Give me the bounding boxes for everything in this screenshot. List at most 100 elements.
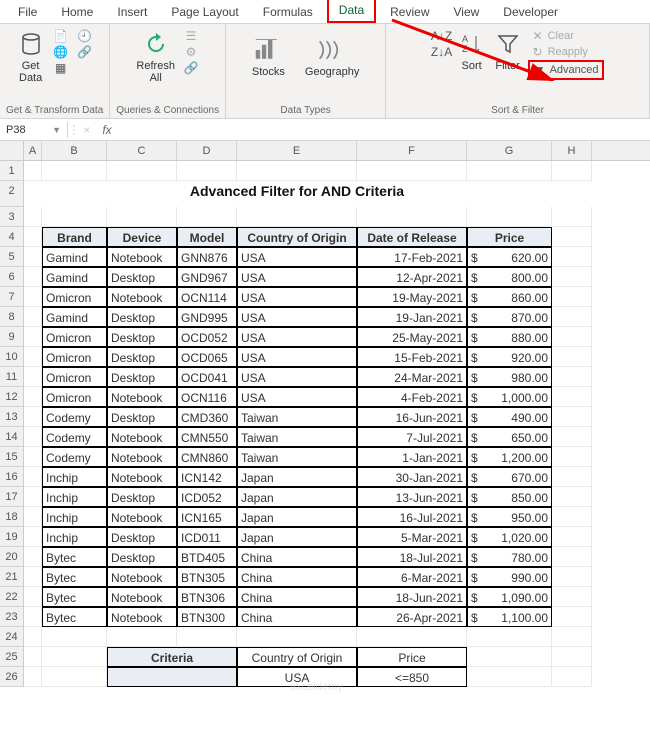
- cell[interactable]: [552, 607, 592, 627]
- row-header[interactable]: 15: [0, 447, 24, 467]
- cell[interactable]: [107, 207, 177, 227]
- cell[interactable]: [552, 507, 592, 527]
- row-header[interactable]: 3: [0, 207, 24, 227]
- sort-az-button[interactable]: A↓Z: [432, 28, 452, 44]
- header-brand[interactable]: Brand: [42, 227, 107, 247]
- data-model[interactable]: BTD405: [177, 547, 237, 567]
- data-country[interactable]: Japan: [237, 467, 357, 487]
- cell[interactable]: [552, 407, 592, 427]
- cell[interactable]: [107, 627, 177, 647]
- data-price[interactable]: $870.00: [467, 307, 552, 327]
- cell[interactable]: [24, 447, 42, 467]
- data-model[interactable]: OCN116: [177, 387, 237, 407]
- data-price[interactable]: $990.00: [467, 567, 552, 587]
- row-header[interactable]: 22: [0, 587, 24, 607]
- data-country[interactable]: China: [237, 607, 357, 627]
- criteria-price-header[interactable]: Price: [357, 647, 467, 667]
- col-header-a[interactable]: A: [24, 141, 42, 160]
- row-header[interactable]: 20: [0, 547, 24, 567]
- tab-developer[interactable]: Developer: [493, 1, 568, 23]
- tab-home[interactable]: Home: [51, 1, 103, 23]
- data-date[interactable]: 24-Mar-2021: [357, 367, 467, 387]
- data-date[interactable]: 18-Jun-2021: [357, 587, 467, 607]
- tab-insert[interactable]: Insert: [107, 1, 157, 23]
- fx-icon[interactable]: fx: [96, 123, 117, 137]
- data-brand[interactable]: Bytec: [42, 547, 107, 567]
- col-header-b[interactable]: B: [42, 141, 107, 160]
- header-price[interactable]: Price: [467, 227, 552, 247]
- filter-button[interactable]: Filter: [492, 28, 524, 74]
- cell[interactable]: [552, 247, 592, 267]
- cell[interactable]: [552, 367, 592, 387]
- data-price[interactable]: $670.00: [467, 467, 552, 487]
- data-date[interactable]: 12-Apr-2021: [357, 267, 467, 287]
- row-header[interactable]: 14: [0, 427, 24, 447]
- row-header[interactable]: 12: [0, 387, 24, 407]
- cell[interactable]: [552, 387, 592, 407]
- refresh-all-button[interactable]: Refresh All: [134, 28, 177, 86]
- select-all-corner[interactable]: [0, 141, 24, 160]
- row-header[interactable]: 6: [0, 267, 24, 287]
- cell[interactable]: [42, 161, 107, 181]
- criteria-label[interactable]: Criteria: [107, 647, 237, 667]
- cell[interactable]: [357, 627, 467, 647]
- data-model[interactable]: OCD052: [177, 327, 237, 347]
- col-header-f[interactable]: F: [357, 141, 467, 160]
- cell[interactable]: [552, 347, 592, 367]
- cell[interactable]: [24, 227, 42, 247]
- data-date[interactable]: 17-Feb-2021: [357, 247, 467, 267]
- cell[interactable]: [177, 161, 237, 181]
- cell[interactable]: [552, 627, 592, 647]
- data-price[interactable]: $490.00: [467, 407, 552, 427]
- cell[interactable]: [24, 647, 42, 667]
- criteria-label-cont[interactable]: [107, 667, 237, 687]
- row-header[interactable]: 1: [0, 161, 24, 181]
- data-price[interactable]: $1,090.00: [467, 587, 552, 607]
- data-brand[interactable]: Bytec: [42, 587, 107, 607]
- cell[interactable]: [552, 487, 592, 507]
- data-device[interactable]: Desktop: [107, 347, 177, 367]
- row-header[interactable]: 9: [0, 327, 24, 347]
- advanced-filter-button[interactable]: ▼Advanced: [528, 60, 604, 80]
- data-country[interactable]: USA: [237, 367, 357, 387]
- data-price[interactable]: $780.00: [467, 547, 552, 567]
- row-header[interactable]: 13: [0, 407, 24, 427]
- cell[interactable]: [24, 407, 42, 427]
- row-header[interactable]: 24: [0, 627, 24, 647]
- data-brand[interactable]: Omicron: [42, 347, 107, 367]
- cell[interactable]: [24, 427, 42, 447]
- cell[interactable]: [237, 207, 357, 227]
- from-web-button[interactable]: 🌐: [51, 44, 71, 60]
- cell[interactable]: [552, 327, 592, 347]
- data-date[interactable]: 16-Jun-2021: [357, 407, 467, 427]
- data-device[interactable]: Desktop: [107, 267, 177, 287]
- cell[interactable]: [24, 247, 42, 267]
- data-device[interactable]: Desktop: [107, 307, 177, 327]
- sort-button[interactable]: AZ Sort: [456, 28, 488, 74]
- name-box[interactable]: P38▼: [0, 122, 68, 138]
- data-device[interactable]: Desktop: [107, 367, 177, 387]
- data-price[interactable]: $880.00: [467, 327, 552, 347]
- data-brand[interactable]: Omicron: [42, 367, 107, 387]
- cell[interactable]: [24, 547, 42, 567]
- cell[interactable]: [552, 427, 592, 447]
- data-device[interactable]: Desktop: [107, 487, 177, 507]
- formula-input[interactable]: [118, 128, 650, 132]
- data-price[interactable]: $950.00: [467, 507, 552, 527]
- row-header[interactable]: 10: [0, 347, 24, 367]
- existing-conn-button[interactable]: 🔗: [75, 44, 95, 60]
- cell[interactable]: [24, 527, 42, 547]
- tab-view[interactable]: View: [444, 1, 490, 23]
- data-date[interactable]: 25-May-2021: [357, 327, 467, 347]
- data-device[interactable]: Desktop: [107, 407, 177, 427]
- data-country[interactable]: Japan: [237, 527, 357, 547]
- data-date[interactable]: 26-Apr-2021: [357, 607, 467, 627]
- data-price[interactable]: $850.00: [467, 487, 552, 507]
- header-model[interactable]: Model: [177, 227, 237, 247]
- data-country[interactable]: Japan: [237, 487, 357, 507]
- data-country[interactable]: USA: [237, 307, 357, 327]
- data-date[interactable]: 4-Feb-2021: [357, 387, 467, 407]
- data-country[interactable]: Taiwan: [237, 427, 357, 447]
- data-device[interactable]: Desktop: [107, 547, 177, 567]
- cell[interactable]: [42, 207, 107, 227]
